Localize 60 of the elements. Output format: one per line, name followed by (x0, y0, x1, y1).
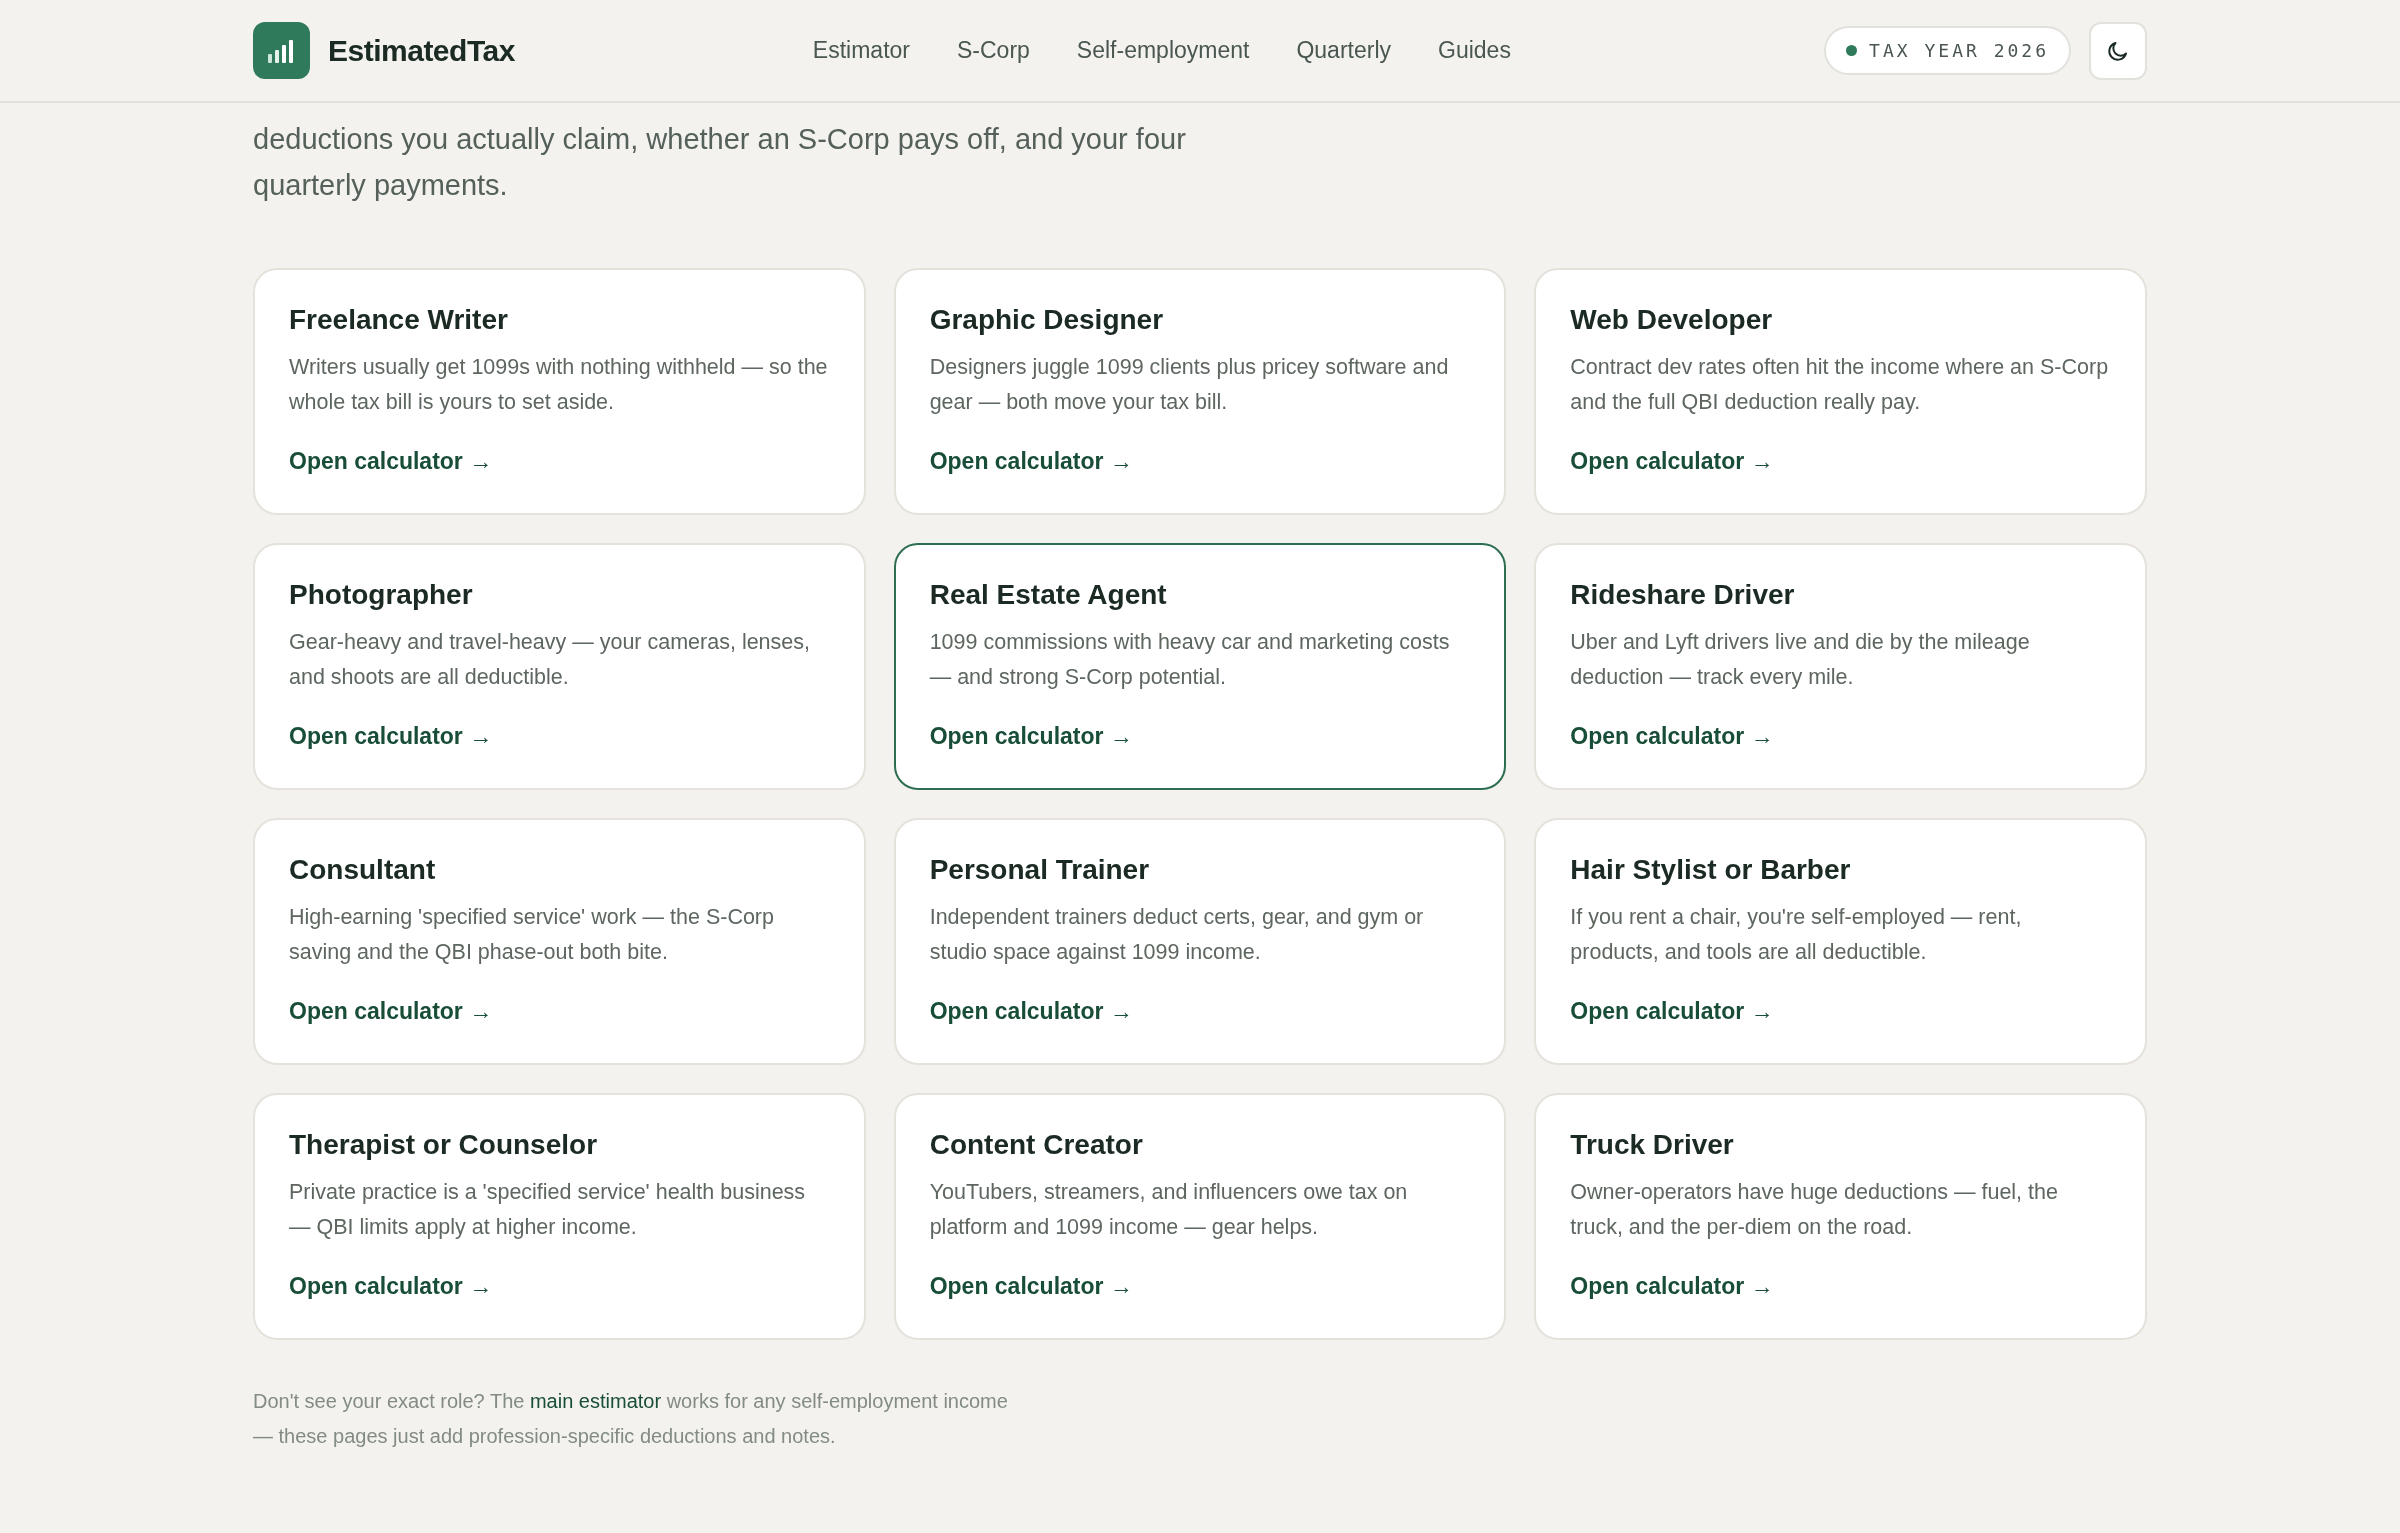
open-calculator-link[interactable]: Open calculator → (929, 723, 1133, 750)
card-title: Hair Stylist or Barber (1570, 854, 1852, 886)
card-description: Private practice is a 'specified service' health business — QBI limits apply at higher income. (289, 1179, 807, 1241)
open-calculator-link[interactable]: Open calculator → (289, 998, 493, 1025)
card-title: Therapist or Counselor (289, 1129, 599, 1161)
open-calculator-link[interactable]: Open calculator → (929, 998, 1133, 1025)
profession-card[interactable]: Photographer Gear-heavy and travel-heavy — your cameras, lenses, and shoots are all deductible. Open calculator → (253, 543, 866, 790)
profession-card[interactable]: Hair Stylist or Barber If you rent a chair, you're self-employed — rent, products, and tools are all deductible. Open calculator → (1534, 818, 2147, 1065)
card-title: Freelance Writer (289, 304, 509, 336)
open-calculator-link[interactable]: Open calculator → (289, 723, 493, 750)
card-title: Photographer (289, 579, 474, 611)
card-title: Real Estate Agent (929, 579, 1168, 611)
profession-card[interactable]: Personal Trainer Independent trainers deduct certs, gear, and gym or studio space against 1099 income. Open calculator → (893, 818, 1507, 1065)
footer-note: Don't see your exact role? The main estimator works for any self-employment income — these pages just add profession-specific deductions and notes. (253, 1389, 1009, 1449)
brand-name[interactable]: EstimatedTax (328, 33, 515, 68)
profession-card[interactable]: Rideshare Driver Uber and Lyft drivers live and die by the mileage deduction — track every mile. Open calculator → (1534, 543, 2147, 790)
profession-card[interactable]: Content Creator YouTubers, streamers, and influencers owe tax on platform and 1099 income — gear helps. Open calculator → (893, 1093, 1507, 1340)
open-calculator-link[interactable]: Open calculator → (929, 1273, 1133, 1300)
profession-card[interactable]: Freelance Writer Writers usually get 1099s with nothing withheld — so the whole tax bill is yours to set aside. Open calculator → (253, 268, 866, 515)
profession-card[interactable]: Graphic Designer Designers juggle 1099 clients plus pricey software and gear — both move your tax bill. Open calculator → (893, 268, 1507, 515)
card-title: Rideshare Driver (1570, 579, 1796, 611)
card-description: Designers juggle 1099 clients plus pricey software and gear — both move your tax bill. (929, 354, 1450, 416)
card-description: Writers usually get 1099s with nothing withheld — so the whole tax bill is yours to set aside. (289, 354, 829, 416)
card-title: Consultant (289, 854, 437, 886)
card-description: If you rent a chair, you're self-employed — rent, products, and tools are all deductible. (1570, 904, 2023, 966)
card-description: YouTubers, streamers, and influencers owe tax on platform and 1099 income — gear helps. (929, 1179, 1409, 1241)
theme-toggle-button[interactable] (2089, 21, 2147, 80)
card-description: High-earning 'specified service' work — the S-Corp saving and the QBI phase-out both bite. (289, 904, 775, 966)
profession-card[interactable]: Consultant High-earning 'specified service' work — the S-Corp saving and the QBI phase-out both bite. Open calculator → (253, 818, 866, 1065)
profession-card[interactable]: Therapist or Counselor Private practice is a 'specified service' health business — QBI limits apply at higher income. Open calculator → (253, 1093, 866, 1340)
card-description: Owner-operators have huge deductions — fuel, the truck, and the per-diem on the road. (1570, 1179, 2059, 1241)
open-calculator-link[interactable]: Open calculator → (1570, 448, 1774, 475)
open-calculator-link[interactable]: Open calculator → (289, 448, 493, 475)
profession-card[interactable]: Truck Driver Owner-operators have huge deductions — fuel, the truck, and the per-diem on the road. Open calculator → (1534, 1093, 2147, 1340)
card-description: 1099 commissions with heavy car and marketing costs — and strong S-Corp potential. (929, 629, 1451, 691)
card-title: Truck Driver (1570, 1129, 1735, 1161)
card-description: Gear-heavy and travel-heavy — your cameras, lenses, and shoots are all deductible. (289, 629, 811, 691)
badge-label: TAX YEAR 2026 (1869, 40, 2049, 61)
card-description: Contract dev rates often hit the income where an S-Corp and the full QBI deduction really pay. (1570, 354, 2110, 416)
profession-card[interactable]: Real Estate Agent 1099 commissions with heavy car and marketing costs — and strong S-Corp potential. Open calculator → (893, 543, 1507, 790)
logo-icon[interactable] (253, 22, 310, 79)
profession-card[interactable]: Web Developer Contract dev rates often hit the income where an S-Corp and the full QBI deduction really pay. Open calculator → (1534, 268, 2147, 515)
open-calculator-link[interactable]: Open calculator → (1570, 723, 1774, 750)
card-description: Uber and Lyft drivers live and die by the mileage deduction — track every mile. (1570, 629, 2031, 691)
nav-link[interactable]: S-Corp (957, 37, 1030, 64)
open-calculator-link[interactable]: Open calculator → (1570, 998, 1774, 1025)
card-description: Independent trainers deduct certs, gear, and gym or studio space against 1099 income. (929, 904, 1425, 966)
card-title: Content Creator (929, 1129, 1144, 1161)
nav-link[interactable]: Self-employment (1076, 37, 1250, 64)
intro-text: deductions you actually claim, whether an S-Corp pays off, and your four quarterly payments. (253, 122, 1187, 203)
nav-link[interactable]: Estimator (812, 37, 910, 64)
nav-link[interactable]: Quarterly (1296, 37, 1392, 64)
open-calculator-link[interactable]: Open calculator → (1570, 1273, 1774, 1300)
nav-link[interactable]: Guides (1438, 37, 1511, 64)
main-estimator-link[interactable]: main estimator (529, 1390, 662, 1412)
open-calculator-link[interactable]: Open calculator → (289, 1273, 493, 1300)
card-title: Personal Trainer (929, 854, 1151, 886)
card-title: Graphic Designer (929, 304, 1165, 336)
open-calculator-link[interactable]: Open calculator → (929, 448, 1133, 475)
card-title: Web Developer (1570, 304, 1774, 336)
